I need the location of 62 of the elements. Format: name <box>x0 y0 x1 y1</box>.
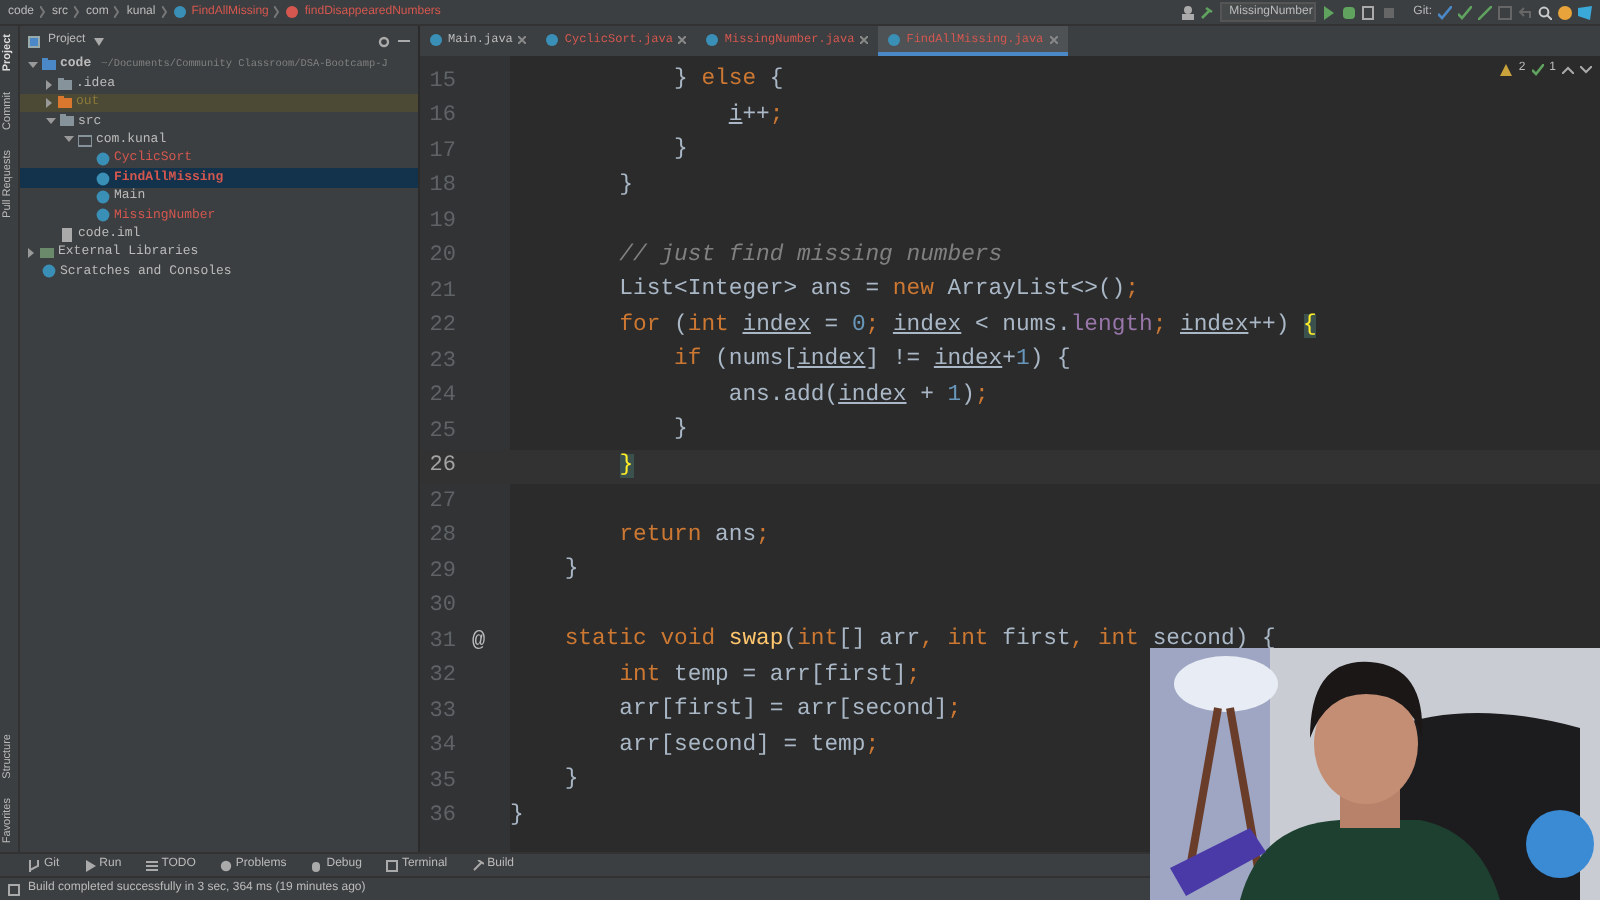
code-line: List<Integer> ans = new ArrayList<>(); <box>617 275 1139 307</box>
caret-icon[interactable] <box>93 37 104 45</box>
build-icon <box>471 859 484 871</box>
run-icon[interactable] <box>1321 5 1336 19</box>
code-line: // just find missing numbers <box>617 241 1003 272</box>
package-icon <box>78 133 92 148</box>
chevron-icon <box>114 6 121 18</box>
class-icon <box>546 33 559 45</box>
minimize-icon[interactable] <box>398 39 410 43</box>
terminal-icon <box>385 859 398 871</box>
close-icon[interactable] <box>860 35 869 43</box>
method-icon <box>286 6 299 18</box>
folder-icon <box>58 95 72 110</box>
run-icon <box>83 859 96 871</box>
code-line: } <box>510 801 524 832</box>
expand-arrow-icon[interactable] <box>28 61 38 70</box>
user-icon[interactable] <box>1181 5 1194 19</box>
warning-icon[interactable] <box>1500 63 1513 75</box>
close-icon[interactable] <box>518 35 527 43</box>
class-icon <box>173 6 186 18</box>
close-icon[interactable] <box>1049 35 1058 43</box>
folder-icon <box>58 77 72 92</box>
hammer-icon[interactable] <box>1199 5 1214 19</box>
collapse-arrow-icon[interactable] <box>28 248 36 259</box>
chevron-icon <box>161 6 168 18</box>
code-line: if (nums[index] != index+1) { <box>672 345 1071 377</box>
code-line: i++; <box>726 101 784 132</box>
code-line: return ans; <box>617 521 770 552</box>
chevron-icon <box>40 6 47 18</box>
chevron-icon <box>274 6 281 18</box>
code-line: } else { <box>672 65 784 97</box>
line-number: 26 <box>427 452 456 482</box>
gutter-mark[interactable]: @ <box>472 625 486 658</box>
up-icon[interactable] <box>1562 65 1574 73</box>
commit-icon[interactable] <box>1458 5 1472 19</box>
folder-icon <box>60 114 74 129</box>
code-line: arr[first] = arr[second]; <box>617 695 962 727</box>
down-icon[interactable] <box>1580 65 1592 73</box>
code-line: int temp = arr[first]; <box>617 661 921 692</box>
search-icon[interactable] <box>1538 5 1552 19</box>
class-icon <box>430 33 442 45</box>
code-line: } <box>562 555 579 587</box>
code-line: } <box>672 415 688 447</box>
class-icon <box>888 33 901 45</box>
settings-icon[interactable] <box>378 35 390 47</box>
git-icon <box>28 859 40 871</box>
scratch-icon <box>42 264 56 279</box>
project-icon <box>28 35 40 47</box>
code-line: } <box>617 171 634 202</box>
code-line: ans.add(index + 1); <box>726 381 989 412</box>
close-icon[interactable] <box>678 35 687 43</box>
todo-icon <box>145 859 158 871</box>
folder-icon <box>42 58 56 73</box>
check-icon[interactable] <box>1531 63 1544 75</box>
code-line: for (int index = 0; index < nums.length; index++) { <box>617 311 1317 342</box>
code-line: } <box>562 765 579 797</box>
class-icon <box>706 33 719 45</box>
library-icon <box>40 246 54 261</box>
chevron-icon <box>74 6 81 18</box>
code-line: } <box>672 135 688 167</box>
file-icon <box>60 227 74 242</box>
code-line: arr[second] = temp; <box>617 731 880 762</box>
